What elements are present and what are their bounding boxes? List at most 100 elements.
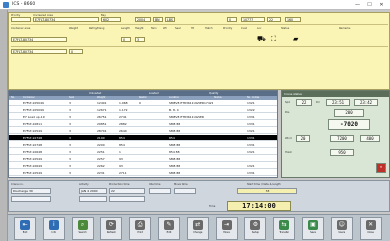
crane-no-field-2[interactable] [11,196,51,202]
table-cell: SM8V8 ET83611UG5ER [169,115,204,119]
table-cell: SM8 88 [169,164,181,168]
label-refrig: Refrig/Dang [89,27,105,30]
search-button[interactable]: ⌕ Search [71,217,94,240]
table-row[interactable]: E7FLT-10549 3 2257 93 SM8 88 [9,156,277,162]
toolbar-button-label: Refresh [106,231,116,234]
toolbar-button-label: Move [223,231,230,234]
users-button[interactable]: ☺ Users [330,217,353,240]
table-cell: 3 [69,136,71,140]
table-row[interactable]: E7FLT-10649 3 2262 93 SM8 88 1321 [9,163,277,169]
row3-value-field[interactable]: 0 [69,49,83,54]
height-field[interactable]: 3 [135,37,145,42]
move-time-field[interactable] [174,188,196,194]
row-field[interactable]: 160 [285,17,301,22]
label-crane-no: Crane no. [11,183,24,186]
row3-container-field[interactable]: E7FLT-80734 [11,49,67,54]
table-cell: E7FLT-10748 [23,136,42,140]
table-cell: 2251 [97,150,105,154]
label-start-time: Start time / Date & length [247,183,281,186]
info-button[interactable]: i Info [42,217,65,240]
table-cell: 1.172 [119,108,128,112]
table-row[interactable]: E7FLT-105099 3 12671 1.172 B. 8. 4 1322 [9,107,277,113]
priority-field[interactable] [11,17,31,22]
table-cell: E7FLT-105049 [23,101,44,105]
table-cell: 3 [69,129,71,133]
toolbar-button-label: Transfer [279,231,289,234]
search-icon: ⌕ [77,220,88,230]
edit-button[interactable]: ✎ Edit [158,217,180,240]
table-row[interactable]: E7FLT-105049 3 12401 1.068 0 SM8V8 ET83611UG5… [9,100,277,106]
label-idle-time: Idle time [149,183,161,186]
code-field[interactable]: BN [153,17,163,22]
label-activity: Activity [79,183,89,186]
label-pos: Pos [285,111,290,114]
exit-button[interactable]: ⇤ Exit [14,217,36,240]
tier-field[interactable]: 22 [267,17,281,22]
change-button[interactable]: ⇄ Change [186,217,209,240]
info-icon: i [48,220,59,230]
table-row[interactable]: E7FLT-10549 3 28701 2640 SM8 88 1321 [9,128,277,134]
table-cell: 2711 [119,171,127,175]
table-cell: SM8V8 ET83611UG5ER17421 [169,101,213,105]
table-cell: 3 [69,115,71,119]
table-cell: E7FLT-105099 [23,108,44,112]
activity-field-2[interactable] [79,196,107,202]
activity-field[interactable]: JAN 4 2000 [79,188,107,194]
table-cell: 1321 [247,101,255,105]
production-time-field[interactable]: 22 [109,188,145,194]
label-twin: Twin [151,27,157,30]
minimize-button[interactable]: — [352,1,363,9]
spd-value: 22 [296,99,312,106]
crane-no-field[interactable]: Discharge 30 [11,188,51,194]
print-button[interactable]: ⎙ Print [129,217,152,240]
idle-time-field[interactable] [149,188,171,194]
refresh-button[interactable]: ⟳ Refresh [100,217,123,240]
production-time-field-2[interactable] [109,196,145,202]
table-cell: 93 [119,157,123,161]
table-row[interactable]: E7 Load up-19 3 26751 2741 SM8V8 ET83611UG5E… [9,114,277,120]
year-field[interactable]: 2004 [135,17,151,22]
transfer-button[interactable]: ⇆ Transfer [273,217,296,240]
length-field[interactable]: 0 [121,37,131,42]
table-row[interactable]: E7FLT-10748 3 2190 854 854 1331 [9,135,277,141]
label-weight: Weight [69,27,79,30]
table-cell: 854 88 [169,150,180,154]
bottom-toolbar: ⇤ Exit i Info ⌕ Search ⟳ Refresh ⎙ Print ✎ Edit ⇄ Cha… [8,214,390,241]
move-button[interactable]: ⇥ Move [215,217,238,240]
table-row[interactable]: E7FLT-10748 3 2200 854 SM8 88 1331 [9,142,277,148]
table-cell: E7FLT-10811 [23,122,42,126]
flag-field[interactable]: 0 [227,17,237,22]
bay-field[interactable]: 602 [101,17,121,22]
table-row[interactable]: E7FLT-10648 3 2251 1 854 88 1321 [9,149,277,155]
table-cell: E7FLT-10549 [23,129,42,133]
table-row[interactable]: E7FLT-10549 3 2231 2711 SM8 88 1331 [9,170,277,176]
toolbar-button-label: Save [310,231,316,234]
table-cell: SM8 88 [169,129,181,133]
close-button[interactable]: ✕ Close [359,217,382,240]
clock-display: 17:14:00 [227,201,291,211]
label-height: Height [135,27,144,30]
table-cell: 1331 [247,143,255,147]
toolbar-button-label: Users [338,231,346,234]
label-move-time: Move time [174,183,188,186]
container-field[interactable]: E7FLT-80734 [33,17,99,22]
app-icon [3,2,9,8]
table-cell: 26751 [97,115,107,119]
table-cell: 28701 [97,129,107,133]
unit-field[interactable]: LBS [165,17,175,22]
table-cell: 1.068 [119,101,128,105]
wind-value-3: 400 [360,135,380,142]
label-status: Status [281,27,290,30]
container-area-field[interactable]: E7FLT-80734 [11,37,67,42]
table-cell: 1 [119,150,121,154]
maximize-button[interactable]: ☐ [364,1,375,9]
close-window-button[interactable]: ✕ [376,1,387,9]
table-row[interactable]: E7FLT-10811 3 29851 2882 SM8 88 1331 [9,121,277,127]
weight-field[interactable]: 10777 [241,17,265,22]
pos-value: 200 [334,109,364,117]
alarm-indicator[interactable]: ✕ [376,163,386,173]
save-button[interactable]: ▣ Save [302,217,324,240]
label-seal: Seal [175,27,181,30]
toolbar-button-label: Change [193,231,203,234]
setup-button[interactable]: ⚙ Setup [244,217,267,240]
